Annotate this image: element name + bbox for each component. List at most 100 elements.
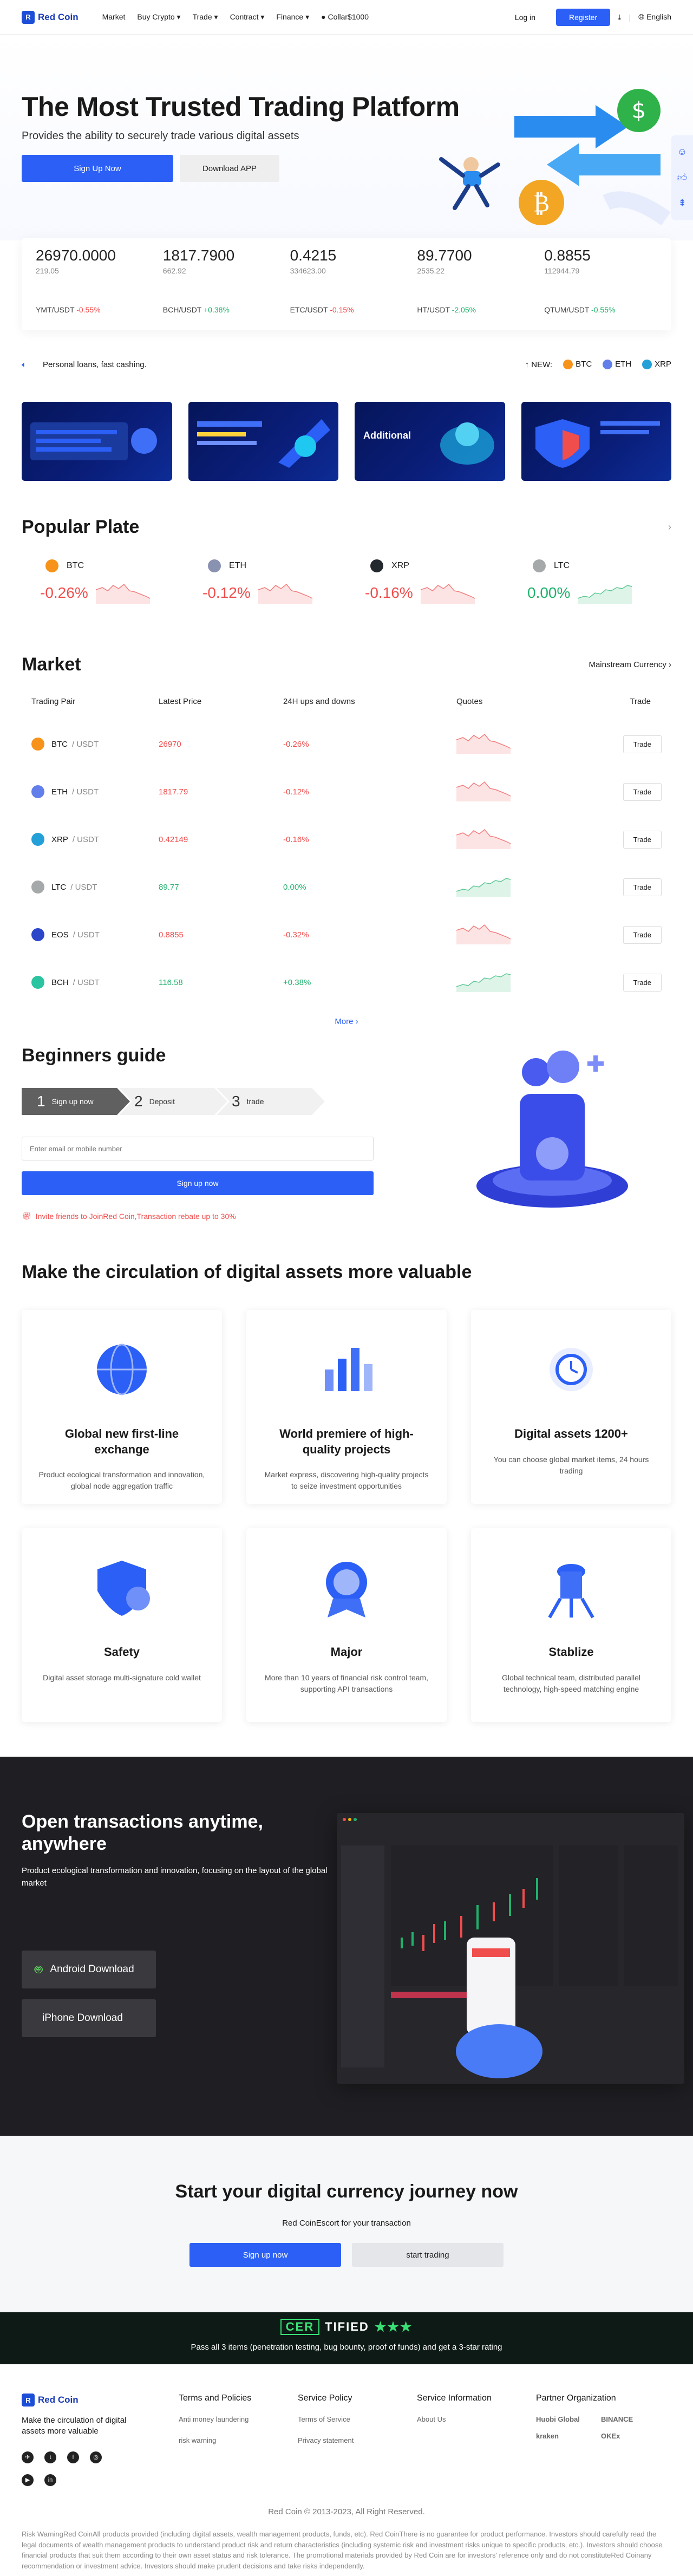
popular-item[interactable]: LTC 0.00% — [509, 559, 671, 604]
col-trade: Trade — [630, 697, 651, 706]
email-or-mobile-input[interactable] — [22, 1137, 374, 1160]
new-coin-eth[interactable]: ETH — [603, 360, 631, 370]
pair-cell: XRP / USDT — [22, 816, 149, 863]
ticker-item[interactable]: 26970.0000 219.05 — [36, 247, 163, 275]
divider: | — [629, 12, 631, 22]
telegram-icon[interactable]: ✈ — [22, 2451, 34, 2463]
partner-kraken[interactable]: kraken — [536, 2432, 590, 2440]
step-trade[interactable]: 3 trade — [217, 1088, 325, 1115]
ticker-item[interactable]: 0.4215 334623.00 — [290, 247, 417, 275]
ticker-pair[interactable]: ETC/USDT -0.15% — [290, 305, 417, 314]
trading-chart-illustration — [341, 1818, 678, 2078]
app-description: Product ecological transformation and in… — [22, 1866, 328, 1888]
table-row[interactable]: XRP / USDT 0.42149 -0.16% Trade — [22, 816, 671, 863]
pair-cell: EOS / USDT — [22, 911, 149, 958]
ticker-item[interactable]: 1817.7900 662.92 — [163, 247, 290, 275]
journey-signup-button[interactable]: Sign up now — [189, 2243, 341, 2267]
footer-col-title: Terms and Policies — [179, 2394, 252, 2403]
col-trading-pair: Trading Pair — [31, 697, 76, 706]
top-header: R Red Coin Market Buy Crypto ▾ Trade ▾ C… — [0, 0, 693, 35]
register-button[interactable]: Register — [556, 8, 611, 26]
footer-logo[interactable]: R Red Coin — [22, 2394, 179, 2407]
table-row[interactable]: BTC / USDT 26970 -0.26% Trade — [22, 720, 671, 768]
partner-binance[interactable]: BINANCE — [601, 2415, 655, 2423]
trade-button[interactable]: Trade — [623, 830, 662, 849]
journey-section: Start your digital currency journey now … — [0, 2136, 693, 2312]
new-marker-icon: ↑ — [525, 360, 532, 369]
ticker-pair[interactable]: QTUM/USDT -0.55% — [544, 305, 671, 314]
popular-item[interactable]: ETH -0.12% — [184, 559, 346, 604]
nav-trade[interactable]: Trade ▾ — [193, 12, 218, 22]
footer-link[interactable]: Terms of Service — [298, 2415, 417, 2423]
nav-contract[interactable]: Contract ▾ — [230, 12, 265, 22]
new-coin-xrp[interactable]: XRP — [642, 360, 671, 370]
more-link[interactable]: More › — [22, 1017, 671, 1026]
nav-market[interactable]: Market — [102, 12, 126, 22]
globe-icon: 🌐︎ — [638, 12, 647, 21]
android-icon: 🤖︎ — [35, 1962, 43, 1977]
table-row[interactable]: EOS / USDT 0.8855 -0.32% Trade — [22, 911, 671, 958]
trading-pair: EOS / USDT — [31, 928, 149, 941]
mainstream-currency-link[interactable]: Mainstream Currency › — [589, 660, 671, 669]
ticker-pair[interactable]: HT/USDT -2.05% — [417, 305, 544, 314]
trade-button[interactable]: Trade — [623, 782, 662, 801]
popular-item[interactable]: BTC -0.26% — [22, 559, 184, 604]
footer-link[interactable]: Anti money laundering — [179, 2415, 298, 2423]
popular-change: -0.12% — [202, 582, 346, 604]
currency-selector[interactable]: ● Collar$1000 — [321, 12, 369, 22]
brand-logo[interactable]: R Red Coin — [22, 10, 79, 24]
guide-signup-button[interactable]: Sign up now — [22, 1171, 374, 1195]
footer-link[interactable]: Privacy statement — [298, 2436, 417, 2444]
new-coin-btc[interactable]: BTC — [563, 360, 592, 370]
ticker-item[interactable]: 0.8855 112944.79 — [544, 247, 671, 275]
hero-signup-button[interactable]: Sign Up Now — [22, 155, 173, 182]
feature-description: Market express, discovering high-quality… — [264, 1470, 429, 1491]
twitter-icon[interactable]: t — [44, 2451, 56, 2463]
android-download-button[interactable]: 🤖︎ Android Download — [22, 1951, 156, 1988]
ticker-volume: 662.92 — [162, 266, 186, 275]
promo-banner[interactable] — [521, 402, 671, 481]
trade-button[interactable]: Trade — [623, 925, 662, 944]
nav-buy-crypto[interactable]: Buy Crypto ▾ — [137, 12, 180, 22]
step-sign-up[interactable]: 1 Sign up now — [22, 1088, 130, 1115]
login-button[interactable]: Log in — [502, 9, 548, 26]
nav-finance[interactable]: Finance ▾ — [276, 12, 309, 22]
thumbs-up-icon[interactable]: 👍︎ — [677, 172, 688, 184]
linkedin-icon[interactable]: in — [44, 2474, 56, 2486]
start-trading-button[interactable]: start trading — [352, 2243, 504, 2267]
promo-banner[interactable]: Additional — [355, 402, 505, 481]
ticker-pair[interactable]: YMT/USDT -0.55% — [36, 305, 163, 314]
trade-button[interactable]: Trade — [623, 735, 662, 753]
promo-banner[interactable] — [188, 402, 338, 481]
instagram-icon[interactable]: ◎ — [90, 2451, 102, 2463]
support-icon[interactable]: ☺ — [677, 146, 687, 158]
table-row[interactable]: ETH / USDT 1817.79 -0.12% Trade — [22, 768, 671, 816]
ticker-item[interactable]: 89.7700 2535.22 — [417, 247, 544, 275]
popular-item[interactable]: XRP -0.16% — [346, 559, 509, 604]
notice-message[interactable]: Personal loans, fast cashing. — [43, 360, 147, 369]
feature-description: You can choose global market items, 24 h… — [493, 1455, 649, 1475]
chevron-right-icon[interactable]: › — [668, 521, 671, 533]
step-deposit[interactable]: 2 Deposit — [119, 1088, 227, 1115]
promo-banner[interactable] — [22, 402, 172, 481]
ticker-pair[interactable]: BCH/USDT +0.38% — [163, 305, 290, 314]
back-to-top-icon[interactable]: ⇞ — [678, 198, 686, 209]
partner-huobi[interactable]: Huobi Global — [536, 2415, 590, 2423]
trade-button[interactable]: Trade — [623, 878, 662, 896]
iphone-download-button[interactable]: iPhone Download — [22, 1999, 156, 2037]
col-quotes: Quotes — [456, 697, 483, 706]
facebook-icon[interactable]: f — [67, 2451, 79, 2463]
youtube-icon[interactable]: ▶ — [22, 2474, 34, 2486]
table-row[interactable]: LTC / USDT 89.77 0.00% Trade — [22, 863, 671, 911]
partner-okex[interactable]: OKEx — [601, 2432, 655, 2440]
hero-download-button[interactable]: Download APP — [180, 155, 279, 182]
hero-subtitle: Provides the ability to securely trade v… — [22, 130, 299, 142]
language-selector[interactable]: 🌐︎ English — [638, 12, 671, 22]
footer-link[interactable]: risk warning — [179, 2436, 298, 2444]
footer-link[interactable]: About Us — [417, 2415, 536, 2423]
download-icon[interactable]: ⤓ — [618, 12, 621, 22]
beginners-guide-section: Beginners guide 1 Sign up now 2 Deposit 3t… — [22, 1045, 671, 1221]
speaker-icon: 🔈︎ — [22, 360, 27, 369]
trade-button[interactable]: Trade — [623, 973, 662, 992]
table-row[interactable]: BCH / USDT 116.58 +0.38% Trade — [22, 958, 671, 1006]
